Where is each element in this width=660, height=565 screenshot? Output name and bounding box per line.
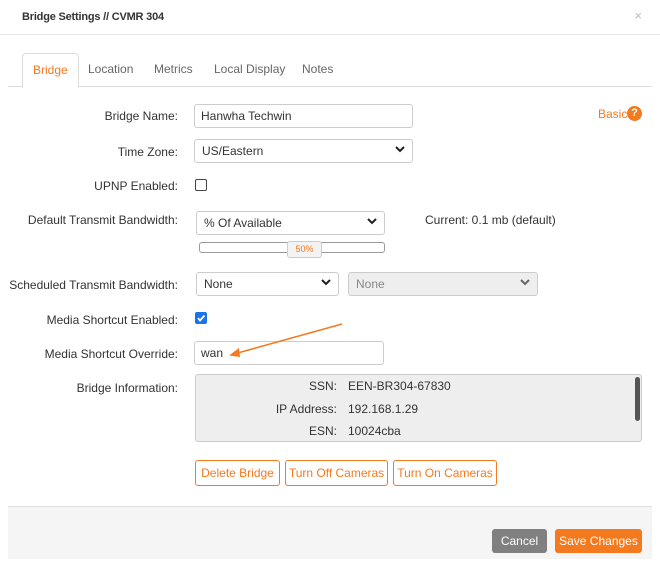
scheduled-bandwidth-label: Scheduled Transmit Bandwidth:: [9, 278, 178, 292]
chevron-down-icon: [367, 218, 377, 225]
cancel-button[interactable]: Cancel: [492, 529, 547, 553]
info-key-esn: ESN:: [308, 424, 337, 438]
tabs-divider: [8, 86, 652, 87]
chevron-down-icon: [395, 146, 405, 153]
current-bandwidth-text: Current: 0.1 mb (default): [425, 213, 556, 227]
tab-bridge[interactable]: Bridge: [22, 53, 79, 88]
tab-notes[interactable]: Notes: [302, 53, 333, 86]
default-bandwidth-select[interactable]: % Of Available: [196, 211, 385, 235]
info-value-ip-address: 192.168.1.29: [348, 402, 419, 416]
info-key-ip-address: IP Address:: [275, 402, 337, 416]
scheduled-bandwidth-secondary-value: None: [356, 277, 385, 291]
delete-bridge-button[interactable]: Delete Bridge: [195, 460, 280, 486]
scheduled-bandwidth-secondary-select: None: [348, 272, 538, 296]
turn-on-cameras-button[interactable]: Turn On Cameras: [393, 460, 497, 486]
media-shortcut-override-label: Media Shortcut Override:: [44, 347, 178, 361]
turn-off-cameras-button[interactable]: Turn Off Cameras: [285, 460, 388, 486]
basic-link[interactable]: Basic: [598, 107, 627, 121]
scheduled-bandwidth-select[interactable]: None: [196, 272, 339, 296]
chevron-down-icon: [520, 279, 530, 286]
question-circle-icon[interactable]: ?: [627, 106, 642, 121]
tab-metrics[interactable]: Metrics: [154, 53, 193, 86]
annotation-arrow-icon: [229, 323, 343, 357]
close-icon[interactable]: ×: [634, 8, 642, 23]
upnp-label: UPNP Enabled:: [94, 179, 178, 193]
modal-title: Bridge Settings // CVMR 304: [22, 11, 164, 23]
chevron-down-icon: [321, 279, 331, 286]
save-changes-button[interactable]: Save Changes: [555, 529, 642, 553]
scheduled-bandwidth-value: None: [204, 277, 233, 291]
info-scrollbar[interactable]: [635, 377, 640, 421]
tab-local-display[interactable]: Local Display: [214, 53, 285, 86]
time-zone-select[interactable]: US/Eastern: [194, 139, 413, 163]
bridge-name-label: Bridge Name:: [104, 109, 178, 123]
time-zone-value: US/Eastern: [202, 144, 264, 158]
checkmark-icon: [197, 314, 206, 322]
info-value-esn: 10024cba: [348, 424, 401, 438]
bandwidth-slider-handle[interactable]: 50%: [287, 241, 322, 258]
default-bandwidth-label: Default Transmit Bandwidth:: [27, 213, 178, 227]
upnp-checkbox[interactable]: [195, 179, 207, 191]
info-key-ssn: SSN:: [308, 379, 337, 393]
time-zone-label: Time Zone:: [117, 145, 178, 159]
media-shortcut-enabled-label: Media Shortcut Enabled:: [46, 313, 178, 327]
default-bandwidth-value: % Of Available: [204, 216, 282, 230]
tab-location[interactable]: Location: [88, 53, 133, 86]
bridge-name-input[interactable]: [194, 104, 413, 128]
bridge-information-label: Bridge Information:: [76, 381, 178, 395]
media-shortcut-enabled-checkbox[interactable]: [195, 312, 207, 324]
info-value-ssn: EEN-BR304-67830: [348, 379, 451, 393]
